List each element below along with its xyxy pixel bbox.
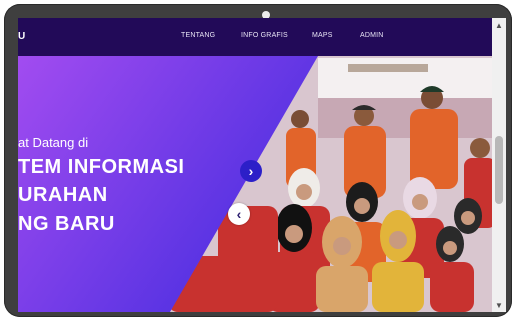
browser-viewport: U TENTANG INFO GRAFIS MAPS ADMIN at Data…	[18, 18, 492, 312]
carousel-next-button[interactable]: ›	[240, 160, 262, 182]
hero-welcome-text: at Datang di	[18, 135, 89, 150]
scroll-down-icon[interactable]: ▼	[492, 298, 506, 312]
vertical-scrollbar[interactable]: ▲ ▼	[492, 18, 506, 312]
hero-title-line-1: TEM INFORMASI	[18, 156, 185, 178]
hero-carousel: at Datang di TEM INFORMASI URAHAN NG BAR…	[18, 56, 492, 312]
nav-maps[interactable]: MAPS	[312, 32, 333, 39]
hero-title-line-3: NG BARU	[18, 213, 115, 235]
chevron-right-icon: ›	[248, 163, 254, 179]
nav-info-grafis[interactable]: INFO GRAFIS	[241, 32, 288, 39]
navbar: U TENTANG INFO GRAFIS MAPS ADMIN	[18, 18, 492, 56]
hero-title-line-2: URAHAN	[18, 184, 108, 206]
scroll-up-icon[interactable]: ▲	[492, 18, 506, 32]
chevron-left-icon: ‹	[236, 206, 242, 222]
nav-admin[interactable]: ADMIN	[360, 32, 384, 39]
scrollbar-thumb[interactable]	[495, 136, 503, 204]
brand-logo[interactable]: U	[18, 31, 25, 42]
nav-tentang[interactable]: TENTANG	[181, 32, 215, 39]
carousel-prev-button[interactable]: ‹	[228, 203, 250, 225]
